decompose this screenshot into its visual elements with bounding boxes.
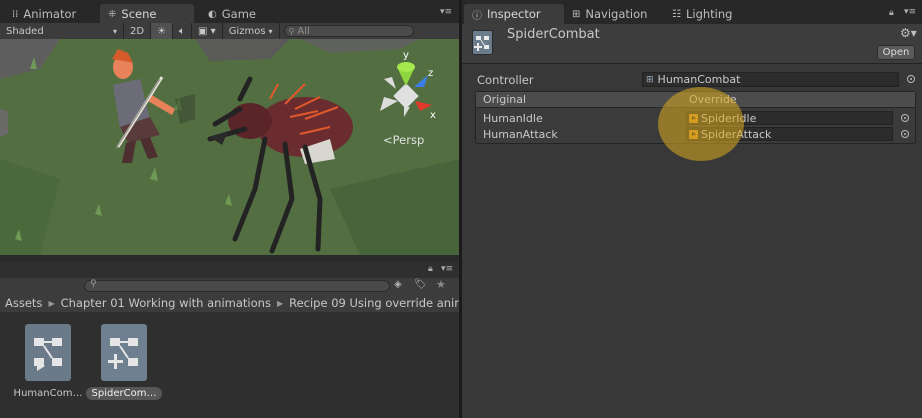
col-override-header: Override — [689, 93, 737, 106]
project-toolbar: ⚲ ◈ 🏷︎ ★ — [0, 278, 459, 294]
breadcrumb-separator-icon: ▶ — [48, 298, 55, 308]
shading-mode-dropdown[interactable]: Shaded ▾ — [0, 23, 124, 39]
tab-game[interactable]: ◐ Game — [200, 4, 264, 24]
chevron-left-icon: < — [383, 133, 393, 147]
project-panel-header: 🔒︎ ▾≡ — [0, 262, 459, 278]
search-icon: ⚲ — [90, 279, 97, 289]
breadcrumb: Assets ▶ Chapter 01 Working with animati… — [0, 294, 459, 312]
breadcrumb-item[interactable]: Chapter 01 Working with animations — [61, 296, 271, 310]
gear-icon[interactable]: ⚙▾ — [900, 26, 917, 40]
scene-render: y z x — [0, 39, 459, 255]
override-table-header: Original Override — [476, 92, 915, 108]
animation-clip-icon — [689, 129, 698, 139]
override-table: Original Override HumanIdle SpiderIdle H… — [475, 91, 916, 144]
y-axis-label: y — [403, 50, 409, 61]
scene-icon: ⁜ — [108, 8, 117, 20]
game-icon: ◐ — [208, 8, 217, 20]
search-icon: ⚲ — [288, 26, 295, 36]
filter-by-label-icon[interactable]: 🏷︎ — [414, 279, 427, 290]
project-search-input[interactable]: ⚲ — [84, 279, 390, 292]
animator-override-controller-icon — [101, 324, 147, 381]
original-clip-label: HumanIdle — [483, 112, 543, 125]
lighting-icon: ☷ — [672, 8, 681, 20]
breadcrumb-item[interactable]: Recipe 09 Using override anim — [289, 296, 459, 310]
sun-icon: ☀ — [157, 25, 167, 37]
projection-toggle[interactable]: <Persp — [383, 133, 424, 147]
breadcrumb-item[interactable]: Assets — [5, 296, 42, 310]
controller-field[interactable]: ⊞ HumanCombat — [642, 72, 899, 87]
tab-inspector[interactable]: ⓘ Inspector — [464, 4, 564, 24]
animation-clip-icon — [689, 113, 698, 123]
info-icon: ⓘ — [472, 10, 482, 22]
scene-audio-toggle[interactable]: 🔈︎ — [173, 23, 193, 39]
object-picker-icon[interactable] — [907, 75, 915, 83]
navigation-icon: ⊞ — [572, 8, 581, 20]
filter-by-type-icon[interactable]: ◈ — [394, 279, 402, 290]
favorite-star-icon[interactable]: ★ — [436, 278, 446, 291]
asset-spider-combat[interactable]: SpiderCom… — [86, 324, 162, 400]
override-clip-field[interactable]: SpiderIdle — [686, 111, 893, 125]
object-name: SpiderCombat — [507, 27, 600, 42]
right-tab-bar: ⓘ Inspector ⊞ Navigation ☷ Lighting 🔒︎ ▾… — [462, 0, 922, 24]
speaker-icon: 🔈︎ — [179, 25, 186, 37]
chevron-down-icon: ▾ — [112, 26, 117, 36]
panel-menu-icon[interactable]: ▾≡ — [904, 7, 916, 17]
z-axis-label: z — [428, 68, 433, 79]
tab-scene[interactable]: ⁜ Scene — [100, 4, 194, 24]
scene-effects-dropdown[interactable]: ▣ ▾ — [192, 23, 223, 39]
lock-icon[interactable]: 🔒︎ — [428, 264, 433, 274]
panel-menu-icon[interactable]: ▾≡ — [440, 7, 452, 17]
original-clip-label: HumanAttack — [483, 128, 558, 141]
image-icon: ▣ ▾ — [198, 25, 216, 37]
scene-toolbar: Shaded ▾ 2D ☀ 🔈︎ ▣ ▾ Gizmos ▾ ⚲ All — [0, 23, 459, 39]
scene-search-input[interactable]: ⚲ All — [283, 25, 414, 37]
inspector-panel: ⓘ Inspector ⊞ Navigation ☷ Lighting 🔒︎ ▾… — [462, 0, 922, 418]
animator-icon: ⁞⁞ — [12, 8, 19, 20]
inspector-header: SpiderCombat ⚙▾ Open — [462, 24, 922, 64]
asset-grid: HumanCom… SpiderCom… — [0, 312, 459, 418]
gizmos-dropdown[interactable]: Gizmos ▾ — [223, 23, 280, 39]
controller-label: Controller — [477, 73, 534, 87]
col-original-header: Original — [483, 93, 527, 106]
toggle-2d-button[interactable]: 2D — [124, 23, 152, 39]
tab-lighting[interactable]: ☷ Lighting — [664, 4, 740, 24]
x-axis-label: x — [430, 110, 436, 121]
asset-human-combat[interactable]: HumanCom… — [10, 324, 86, 400]
scene-viewport[interactable]: y z x <Persp — [0, 39, 459, 255]
open-button[interactable]: Open — [877, 45, 915, 60]
animator-controller-icon: ⊞ — [646, 74, 654, 85]
chevron-down-icon: ▾ — [268, 26, 273, 36]
scene-lighting-toggle[interactable]: ☀ — [151, 23, 174, 39]
tab-navigation[interactable]: ⊞ Navigation — [564, 4, 655, 24]
left-panel: ⁞⁞ Animator ⁜ Scene ◐ Game ▾≡ Shaded ▾ 2… — [0, 0, 459, 418]
animator-override-controller-icon — [472, 30, 493, 55]
panel-menu-icon[interactable]: ▾≡ — [441, 264, 453, 274]
breadcrumb-separator-icon: ▶ — [276, 298, 284, 308]
left-tab-bar: ⁞⁞ Animator ⁜ Scene ◐ Game ▾≡ — [0, 0, 459, 24]
lock-icon[interactable]: 🔒︎ — [889, 8, 894, 18]
tab-animator[interactable]: ⁞⁞ Animator — [4, 4, 84, 24]
animator-controller-icon — [25, 324, 71, 381]
object-picker-icon[interactable] — [901, 130, 909, 138]
rock — [0, 109, 8, 137]
override-clip-field[interactable]: SpiderAttack — [686, 127, 893, 141]
object-picker-icon[interactable] — [901, 114, 909, 122]
